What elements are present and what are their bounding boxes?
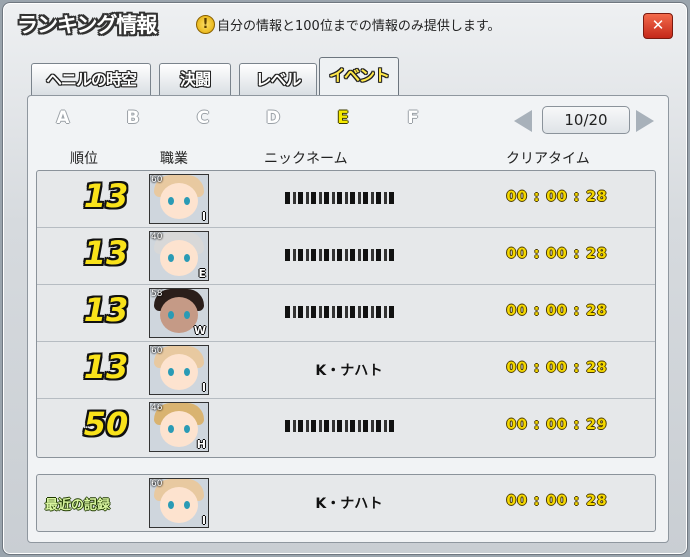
portrait-level: 58 <box>151 289 163 299</box>
subtab-b[interactable]: B <box>118 108 148 128</box>
job-initial: E <box>198 267 206 280</box>
portrait-eye <box>168 197 174 205</box>
character-portrait: 46 H <box>149 402 209 452</box>
ranking-panel: A B C D E F 10/20 順位 職業 ニックネーム クリアタイム 13… <box>27 95 669 543</box>
rank-number: 13 <box>83 291 129 329</box>
portrait-level: 60 <box>151 346 163 356</box>
portrait-eye <box>168 254 174 262</box>
portrait-eye <box>184 197 190 205</box>
portrait-level: 40 <box>151 232 163 242</box>
job-initial: I <box>201 514 206 527</box>
character-portrait: 58 W <box>149 288 209 338</box>
obscured-nickname <box>285 192 395 204</box>
tab-pvp[interactable]: 決闘 <box>159 63 231 96</box>
portrait-eye <box>168 425 174 433</box>
portrait-face <box>160 240 198 276</box>
subtab-d[interactable]: D <box>258 108 288 128</box>
title-bar: ランキング情報 ! 自分の情報と100位までの情報のみ提供します。 ✕ <box>3 3 687 47</box>
portrait-face <box>160 183 198 219</box>
clear-time: 00 : 00 : 28 <box>506 303 608 319</box>
portrait-face <box>160 297 198 333</box>
rank-number: 50 <box>83 405 129 443</box>
tab-level[interactable]: レベル <box>239 63 317 96</box>
tab-henir[interactable]: ヘニルの時空 <box>31 63 151 96</box>
job-initial: W <box>193 324 206 337</box>
subtab-c[interactable]: C <box>188 108 218 128</box>
character-portrait: 60 I <box>149 478 209 528</box>
character-portrait: 60 I <box>149 345 209 395</box>
page-indicator: 10/20 <box>542 106 630 134</box>
table-row[interactable]: 50 46 H 00 : 00 : 29 <box>37 399 655 455</box>
table-row[interactable]: 13 60 I 00 : 00 : 28 <box>37 171 655 228</box>
header-rank: 順位 <box>70 151 98 167</box>
rank-number: 13 <box>83 348 129 386</box>
ranking-window: ランキング情報 ! 自分の情報と100位までの情報のみ提供します。 ✕ ヘニルの… <box>2 2 688 555</box>
clear-time: 00 : 00 : 28 <box>506 360 608 376</box>
portrait-eye <box>184 425 190 433</box>
close-button[interactable]: ✕ <box>643 13 673 39</box>
portrait-eye <box>168 501 174 509</box>
ranking-list: 13 60 I 00 : 00 : 28 13 40 E 00 : 00 : 28 13 58… <box>36 170 656 458</box>
recent-record: 最近の記録 60 I K・ナハト 00 : 00 : 28 <box>36 474 656 532</box>
job-initial: I <box>201 381 206 394</box>
nickname: K・ナハト <box>315 363 383 379</box>
portrait-eye <box>184 501 190 509</box>
portrait-face <box>160 411 198 447</box>
subtab-a[interactable]: A <box>48 108 78 128</box>
portrait-eye <box>168 368 174 376</box>
record-clear-time: 00 : 00 : 28 <box>506 493 608 509</box>
header-nickname: ニックネーム <box>264 151 348 167</box>
window-title: ランキング情報 <box>17 13 157 37</box>
tab-event[interactable]: イベント <box>319 57 399 98</box>
portrait-level: 60 <box>151 175 163 185</box>
portrait-eye <box>168 311 174 319</box>
record-nickname: K・ナハト <box>315 496 383 512</box>
obscured-nickname <box>285 306 395 318</box>
event-subtabs: A B C D E F <box>48 108 448 134</box>
portrait-level: 60 <box>151 479 163 489</box>
alert-icon: ! <box>196 15 215 34</box>
job-initial: H <box>196 438 206 451</box>
portrait-level: 46 <box>151 403 163 413</box>
recent-record-label: 最近の記録 <box>45 498 111 513</box>
obscured-nickname <box>285 420 395 432</box>
portrait-face <box>160 487 198 523</box>
clear-time: 00 : 00 : 29 <box>506 417 608 433</box>
job-initial: I <box>201 210 206 223</box>
portrait-eye <box>184 368 190 376</box>
character-portrait: 40 E <box>149 231 209 281</box>
table-row[interactable]: 13 60 I K・ナハト 00 : 00 : 28 <box>37 342 655 399</box>
header-job: 職業 <box>160 151 188 167</box>
next-page-arrow-icon[interactable] <box>636 110 654 132</box>
category-tabs: ヘニルの時空 決闘 レベル イベント <box>29 57 669 98</box>
character-portrait: 60 I <box>149 174 209 224</box>
portrait-eye <box>184 311 190 319</box>
rank-number: 13 <box>83 234 129 272</box>
clear-time: 00 : 00 : 28 <box>506 189 608 205</box>
subtab-f[interactable]: F <box>398 108 428 128</box>
notice-text: 自分の情報と100位までの情報のみ提供します。 <box>217 19 501 34</box>
table-row[interactable]: 13 40 E 00 : 00 : 28 <box>37 228 655 285</box>
subtab-e[interactable]: E <box>328 108 358 128</box>
portrait-eye <box>184 254 190 262</box>
table-row[interactable]: 13 58 W 00 : 00 : 28 <box>37 285 655 342</box>
obscured-nickname <box>285 249 395 261</box>
clear-time: 00 : 00 : 28 <box>506 246 608 262</box>
prev-page-arrow-icon[interactable] <box>514 110 532 132</box>
portrait-face <box>160 354 198 390</box>
header-clear-time: クリアタイム <box>506 151 590 167</box>
rank-number: 13 <box>83 177 129 215</box>
